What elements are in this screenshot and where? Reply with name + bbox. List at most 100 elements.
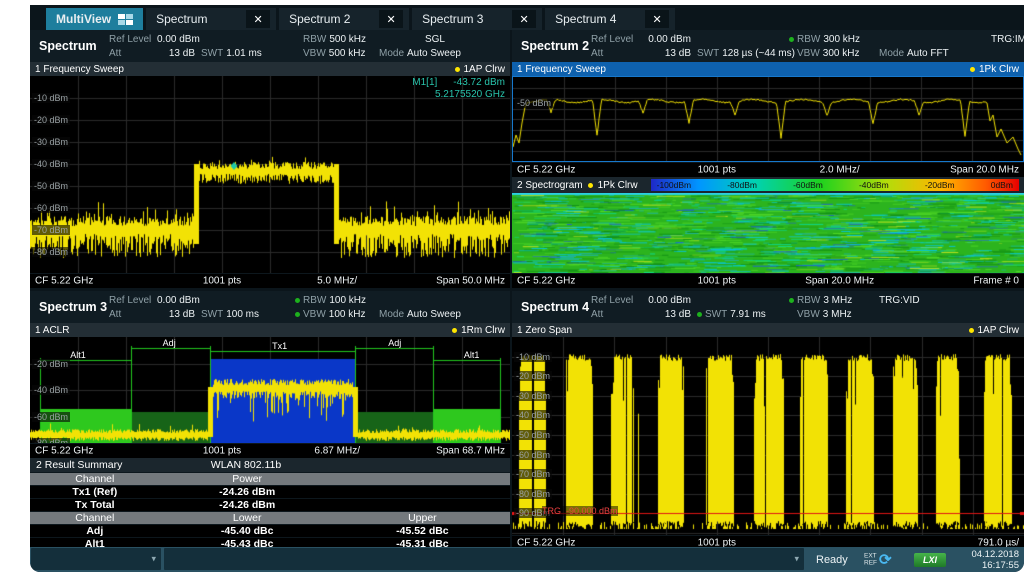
spectrogram-title-bar[interactable]: 2 Spectrogram 1Pk Clrw -100dBm -80dBm -6… (512, 177, 1024, 193)
window-title-bar[interactable]: 1 Zero Span 1AP Clrw (512, 323, 1024, 337)
tab-multiview[interactable]: MultiView (46, 8, 143, 30)
spectrogram-color-scale: -100dBm -80dBm -60dBm -40dBm -20dBm 0dBm (651, 179, 1019, 191)
trace-dot (452, 328, 457, 333)
chevron-down-icon[interactable]: ▾ (794, 554, 799, 565)
center-frequency: CF 5.22 GHz (517, 165, 575, 176)
sweep-flag: SGL (425, 34, 445, 45)
table-row: Tx1 (Ref) -24.26 dBm (30, 486, 510, 499)
channel-name: Spectrum 4 (512, 300, 591, 314)
table-row: Tx Total -24.26 dBm (30, 499, 510, 512)
scale-per-div: 2.0 MHz/ (820, 165, 860, 176)
aclr-plot[interactable]: -20 dBm-40 dBm-60 dBm-80 dBm Alt1 Adj Tx… (30, 337, 510, 443)
close-icon[interactable]: ✕ (379, 10, 403, 28)
sweep-points: 1001 pts (698, 165, 736, 176)
trace-dot (455, 67, 460, 72)
y-axis-label: -50 dBm (32, 181, 70, 191)
spectrogram-title: 2 Spectrogram (517, 180, 583, 191)
date: 04.12.2018 (971, 549, 1019, 560)
trace-indicator: 1Pk Clrw (970, 64, 1019, 75)
trace-canvas (30, 337, 510, 443)
window-title-bar-selected[interactable]: 1 Frequency Sweep 1Pk Clrw (512, 62, 1024, 76)
zero-span-plot[interactable]: -10 dBm-20 dBm-30 dBm-40 dBm-50 dBm-60 d… (512, 337, 1024, 535)
y-axis-label: -80 dBm (32, 438, 70, 443)
trace-indicator: 1AP Clrw (455, 64, 506, 75)
att-value: 13 dB (635, 309, 691, 320)
att-label: Att (591, 48, 635, 59)
ext-ref-indicator: EXT REF ⟳ (864, 552, 892, 567)
table-title-row: 2 Result Summary WLAN 802.11b (30, 458, 510, 473)
center-frequency: CF 5.22 GHz (35, 276, 93, 287)
scale-per-div: 6.87 MHz/ (314, 446, 360, 457)
close-icon[interactable]: ✕ (645, 10, 669, 28)
mode-setting: Mode Auto Sweep (379, 309, 491, 320)
swt-setting: SWT 128 µs (~44 ms) (697, 48, 787, 59)
chevron-down-icon[interactable]: ▾ (151, 554, 156, 565)
frequency-sweep-plot-2[interactable]: -50 dBm (512, 76, 1024, 162)
spectrogram-info-bar: CF 5.22 GHz 1001 pts Span 20.0 MHz Frame… (512, 273, 1024, 288)
span: Span 50.0 MHz (436, 276, 505, 287)
trace-canvas (513, 77, 1023, 161)
y-axis-label: -60 dBm (32, 203, 70, 213)
att-label: Att (591, 309, 635, 320)
table-header-row: Channel Power (30, 473, 510, 486)
window-title-bar[interactable]: 1 Frequency Sweep 1AP Clrw (30, 62, 510, 76)
trace-dot (588, 183, 593, 188)
close-icon[interactable]: ✕ (246, 10, 270, 28)
swt-setting: SWT 7.91 ms (697, 309, 787, 320)
window-title: 1 ACLR (35, 325, 69, 336)
spectrogram-plot[interactable] (512, 193, 1024, 273)
window-title-bar[interactable]: 1 ACLR 1Rm Clrw (30, 323, 510, 337)
center-frequency: CF 5.22 GHz (517, 276, 575, 287)
tab-spectrum-3[interactable]: Spectrum 3 ✕ (412, 8, 542, 30)
channel-label-adj: Adj (163, 338, 176, 348)
tab-spectrum-2[interactable]: Spectrum 2 ✕ (279, 8, 409, 30)
ref-level-value: 0.00 dBm (635, 295, 691, 306)
tab-spectrum[interactable]: Spectrum ✕ (146, 8, 276, 30)
channel-label-adj: Adj (388, 338, 401, 348)
legend-label: -80dBm (727, 180, 757, 190)
sync-icon: ⟳ (879, 552, 892, 567)
window-spectrum-4: Spectrum 4 Ref Level 0.00 dBm RBW 3 MHz … (512, 291, 1024, 550)
aclr-info-bar: CF 5.22 GHz 1001 pts 6.87 MHz/ Span 68.7… (30, 443, 510, 458)
date-time: 04.12.2018 16:17:55 (971, 549, 1019, 571)
lxi-icon: LXI (914, 553, 946, 567)
channel-label-alt1: Alt1 (70, 350, 86, 360)
frequency-sweep-plot[interactable]: -10 dBm-20 dBm-30 dBm-40 dBm-50 dBm-60 d… (30, 76, 510, 273)
ref-level-value: 0.00 dBm (157, 34, 195, 45)
status-field-1[interactable]: ▾ (31, 548, 161, 570)
ref-level-value: 0.00 dBm (157, 295, 195, 306)
channel-name: Spectrum 2 (512, 39, 591, 53)
trigger-flag: TRG:IMM SGL (991, 34, 1024, 45)
center-frequency: CF 5.22 GHz (35, 446, 93, 457)
ref-level-label: Ref Level (109, 295, 157, 306)
att-value: 13 dB (635, 48, 691, 59)
ref-level-label: Ref Level (109, 34, 157, 45)
att-value: 13 dB (157, 48, 195, 59)
trace-dot (969, 328, 974, 333)
att-label: Att (109, 309, 157, 320)
spectrogram-canvas (512, 193, 1024, 273)
rbw-setting: RBW 100 kHz (295, 295, 375, 306)
channel-name: Spectrum 3 (30, 300, 109, 314)
channel-header: Spectrum Ref Level 0.00 dBm RBW 500 kHz … (30, 30, 510, 62)
span: Span 20.0 MHz (950, 165, 1019, 176)
y-axis-label: -50 dBm (514, 430, 552, 440)
sweep-points: 1001 pts (203, 276, 241, 287)
channel-header: Spectrum 4 Ref Level 0.00 dBm RBW 3 MHz … (512, 291, 1024, 323)
y-axis-label: -40 dBm (32, 159, 70, 169)
mode-setting: Mode Auto FFT (879, 48, 991, 59)
legend-label: -100dBm (657, 180, 692, 190)
close-icon[interactable]: ✕ (512, 10, 536, 28)
spectrogram-trace: 1Pk Clrw (598, 180, 638, 191)
tab-spectrum-4[interactable]: Spectrum 4 ✕ (545, 8, 675, 30)
mode-setting: Mode Auto Sweep (379, 48, 491, 59)
status-field-2[interactable]: ▾ (164, 548, 804, 570)
y-axis-label: -70 dBm (514, 469, 552, 479)
coupled-dot (697, 312, 702, 317)
legend-label: 0dBm (991, 180, 1013, 190)
tab-label: Spectrum 3 (422, 12, 498, 26)
multiview-grid-icon (118, 14, 133, 25)
trace-dot (970, 67, 975, 72)
span: Span 68.7 MHz (436, 446, 505, 457)
window-spectrum-2: Spectrum 2 Ref Level 0.00 dBm RBW 300 kH… (512, 30, 1024, 288)
